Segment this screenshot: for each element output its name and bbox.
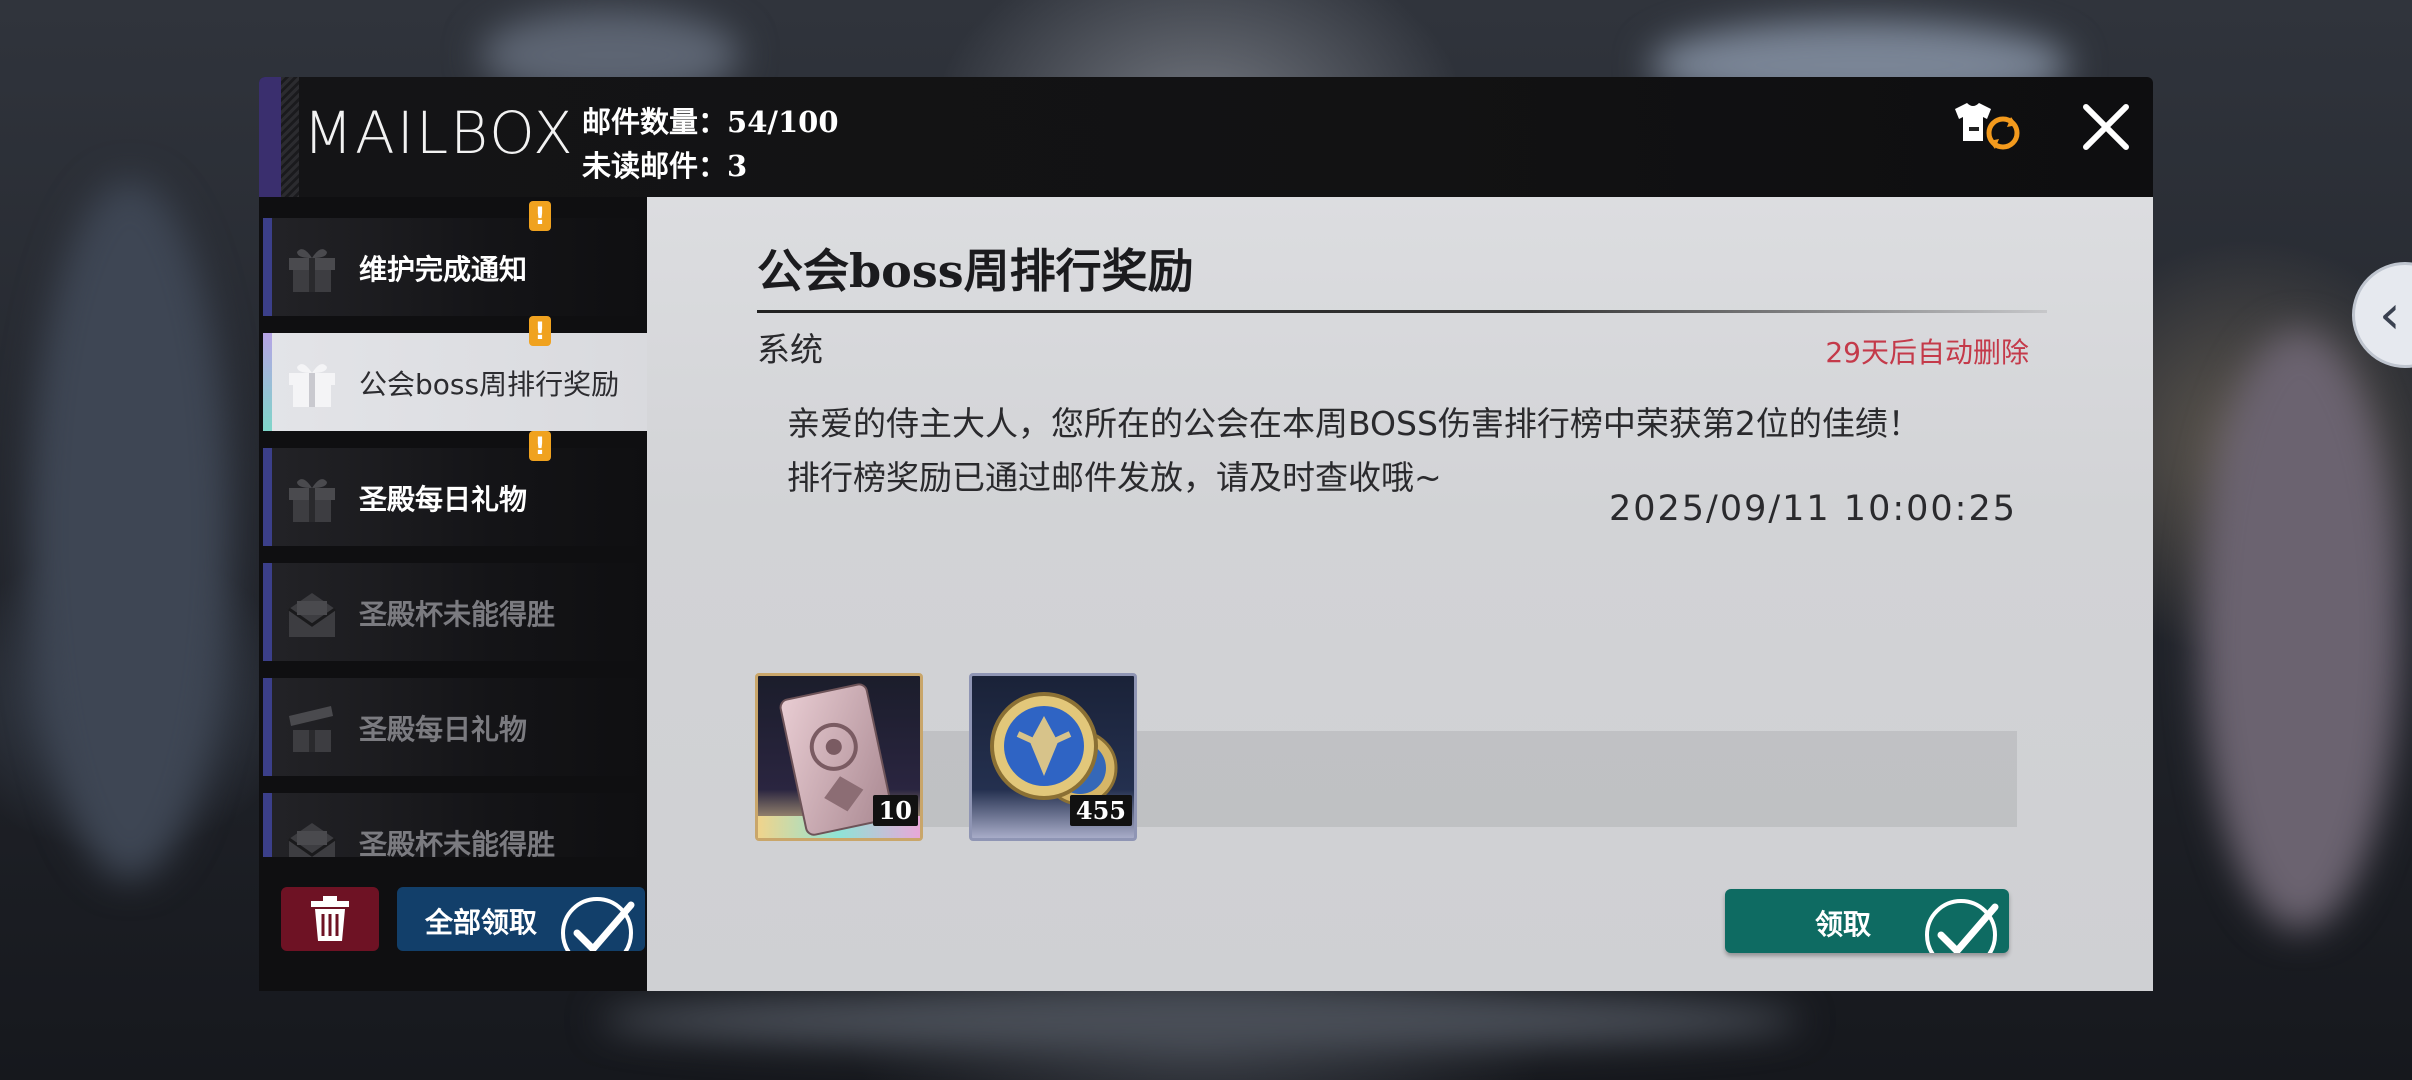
unread-badge: ! bbox=[529, 316, 551, 346]
mail-list-item[interactable]: 维护完成通知 bbox=[263, 218, 647, 316]
reward-item-ticket[interactable]: 10 bbox=[755, 673, 923, 841]
envelope-open-icon bbox=[288, 593, 336, 637]
outfit-refresh-icon[interactable] bbox=[1949, 97, 2029, 157]
claim-label: 领取 bbox=[1815, 908, 1872, 941]
mail-list-item[interactable]: 圣殿每日礼物 bbox=[263, 448, 647, 546]
header-stripe bbox=[281, 77, 299, 197]
background-blob bbox=[30, 180, 230, 880]
item-edge bbox=[263, 218, 272, 316]
gift-open-icon bbox=[289, 706, 333, 752]
gift-icon bbox=[289, 479, 335, 522]
delete-button[interactable] bbox=[281, 887, 379, 951]
auto-delete-notice: 29天后自动删除 bbox=[1825, 336, 2029, 369]
unread-count: 未读邮件：3 bbox=[582, 143, 747, 185]
mail-list[interactable]: 维护完成通知 公会boss周排行奖励 圣殿每日礼物 圣殿杯未能得胜 圣殿每日礼物… bbox=[259, 197, 647, 857]
title-divider bbox=[757, 310, 2047, 313]
item-edge bbox=[263, 563, 272, 661]
unread-badge: ! bbox=[529, 431, 551, 461]
background-blob bbox=[2200, 330, 2400, 930]
item-edge bbox=[263, 333, 272, 431]
mail-body-line: 亲爱的侍主大人，您所在的公会在本周BOSS伤害排行榜中荣获第2位的佳绩！ bbox=[787, 404, 1921, 443]
close-button[interactable] bbox=[2076, 97, 2136, 157]
unread-count-label: 未读邮件： bbox=[582, 149, 728, 183]
mail-item-label: 维护完成通知 bbox=[359, 253, 528, 286]
header-accent bbox=[259, 77, 281, 197]
envelope-open-icon bbox=[288, 823, 336, 857]
mailbox-dialog: MAILBOX 邮件数量：54/100 未读邮件：3 维护完成通知 公会boss… bbox=[259, 77, 2153, 991]
claim-all-button[interactable]: 全部领取 bbox=[397, 887, 645, 951]
mail-content-panel: 公会boss周排行奖励 系统 29天后自动删除 亲爱的侍主大人，您所在的公会在本… bbox=[647, 197, 2153, 991]
item-edge bbox=[263, 678, 272, 776]
mailbox-header: MAILBOX 邮件数量：54/100 未读邮件：3 bbox=[259, 77, 2153, 197]
claim-all-label: 全部领取 bbox=[425, 906, 538, 939]
mail-count: 邮件数量：54/100 bbox=[582, 99, 839, 141]
item-edge bbox=[263, 793, 272, 857]
item-edge bbox=[263, 448, 272, 546]
mail-list-item[interactable]: 圣殿杯未能得胜 bbox=[263, 563, 647, 661]
close-icon bbox=[2083, 104, 2129, 150]
mail-item-label: 圣殿杯未能得胜 bbox=[359, 828, 556, 857]
checkmark-icon bbox=[561, 897, 635, 951]
chevron-left-icon: ‹ bbox=[2379, 283, 2401, 346]
mail-list-item[interactable]: 圣殿每日礼物 bbox=[263, 678, 647, 776]
reward-quantity: 455 bbox=[1069, 795, 1132, 826]
claim-button[interactable]: 领取 bbox=[1725, 889, 2009, 953]
mail-item-label: 圣殿每日礼物 bbox=[359, 483, 528, 516]
mail-item-label: 圣殿每日礼物 bbox=[359, 713, 528, 746]
mail-item-label: 公会boss周排行奖励 bbox=[359, 368, 620, 401]
reward-quantity: 10 bbox=[872, 795, 918, 826]
mail-sender: 系统 bbox=[757, 330, 823, 369]
mailbox-title: MAILBOX bbox=[303, 99, 575, 167]
reward-item-coin[interactable]: 455 bbox=[969, 673, 1137, 841]
unread-count-value: 3 bbox=[727, 149, 748, 183]
mail-item-label: 圣殿杯未能得胜 bbox=[359, 598, 556, 631]
mail-count-value: 54/100 bbox=[727, 105, 839, 139]
mail-count-label: 邮件数量： bbox=[582, 105, 728, 139]
mail-sidebar: 维护完成通知 公会boss周排行奖励 圣殿每日礼物 圣殿杯未能得胜 圣殿每日礼物… bbox=[259, 197, 647, 991]
gift-icon bbox=[289, 364, 335, 407]
checkmark-icon bbox=[1925, 899, 1999, 953]
unread-badge: ! bbox=[529, 201, 551, 231]
mail-title: 公会boss周排行奖励 bbox=[757, 244, 1194, 298]
gift-icon bbox=[289, 249, 335, 292]
mail-list-item-selected[interactable]: 公会boss周排行奖励 bbox=[263, 333, 647, 431]
background-blob bbox=[600, 990, 1800, 1050]
mail-timestamp: 2025/09/11 10:00:25 bbox=[1608, 489, 2017, 529]
mail-list-item[interactable]: 圣殿杯未能得胜 bbox=[263, 793, 647, 857]
trash-icon bbox=[311, 896, 349, 941]
